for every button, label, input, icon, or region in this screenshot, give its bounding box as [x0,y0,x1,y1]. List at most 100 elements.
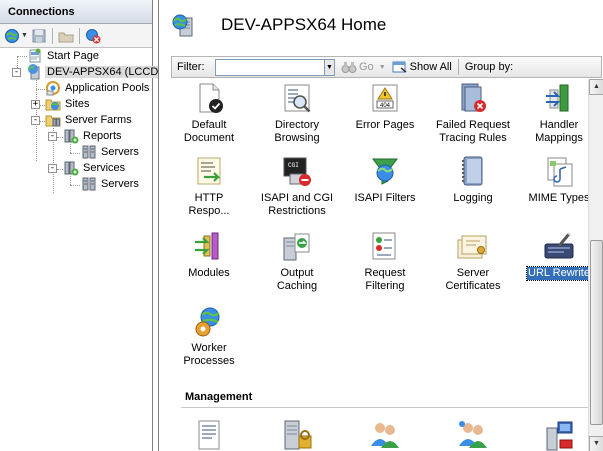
management-section-header: Management [185,391,253,403]
feature-modules[interactable]: Modules [171,230,252,280]
servers-icon [81,144,97,160]
feature-directory-browsing[interactable]: Directory Browsing [254,82,340,145]
modules-icon [192,230,226,264]
servers-icon [81,176,97,192]
tree-item-label: DEV-APPSX64 (LCCDE [45,66,168,78]
filter-dropdown-icon[interactable]: ▼ [325,58,335,76]
tree-collapse-toggle[interactable]: - [12,68,21,77]
scroll-down-button[interactable]: ▼ [589,436,603,451]
go-button[interactable]: Go ▼ [341,60,386,74]
group-by-label[interactable]: Group by: [465,61,513,73]
feature-request-filtering[interactable]: Request Filtering [342,230,428,293]
feature-label: Modules [188,267,230,279]
isapi-cgi-icon: CGI [280,155,314,189]
tree-expand-toggle[interactable]: + [31,100,40,109]
server-home-icon [172,13,196,37]
error-pages-icon: 404 [368,82,402,116]
feature-logging[interactable]: Logging [430,155,516,205]
tree-collapse-toggle[interactable]: - [48,132,57,141]
feature-isapi-cgi-restrictions[interactable]: CGI ISAPI and CGI Restrictions [254,155,340,218]
feature-label: Worker Processes [183,342,235,367]
feature-label: Error Pages [355,119,415,131]
farm-icon [63,128,79,144]
feature-error-pages[interactable]: 404 Error Pages [342,82,428,132]
feature-default-document[interactable]: Default Document [171,82,252,145]
tree-item-server-farms[interactable]: Server Farms [45,112,134,128]
iis-manager-permissions-icon [368,418,402,451]
feature-label: ISAPI and CGI Restrictions [260,192,334,217]
tree-item-label: Services [83,162,126,174]
connections-tree: Start Page - DEV-APPSX64 (LCCDE Applicat… [0,48,168,451]
connect-dropdown-icon[interactable]: ▼ [21,32,28,39]
globe-connect-icon[interactable] [4,28,20,44]
feature-feature-delegation[interactable] [254,418,340,451]
tree-line [70,185,80,186]
server-certificates-icon [456,230,490,264]
tree-item-label: Servers [101,178,139,190]
http-response-icon [192,155,226,189]
connections-header: Connections [0,0,152,24]
feature-url-rewrite[interactable]: URL Rewrite [516,230,589,281]
connections-pane: Connections ▼ Start Page - DEV-APPSX64 (… [0,0,168,451]
server-icon [27,64,43,80]
tree-collapse-toggle[interactable]: - [31,116,40,125]
scrollbar-thumb[interactable] [590,240,603,425]
go-label: Go [359,61,374,73]
tree-item-label: Reports [83,130,122,142]
tree-item-sites[interactable]: Sites [45,96,91,112]
feature-configuration-editor[interactable] [171,418,252,451]
scroll-up-button[interactable]: ▲ [589,79,603,95]
tree-line [17,56,27,57]
tree-item-application-pools[interactable]: Application Pools [45,80,151,96]
go-dropdown-icon[interactable]: ▼ [379,64,386,71]
save-icon[interactable] [31,28,47,44]
features-scrollbar[interactable]: ▲ ▼ [588,79,603,451]
feature-server-certificates[interactable]: Server Certificates [430,230,516,293]
tree-item-reports[interactable]: Reports [63,128,124,144]
show-all-icon [392,60,408,74]
tree-line [70,153,80,154]
feature-mime-types[interactable]: MIME Types [516,155,589,205]
tree-item-server[interactable]: DEV-APPSX64 (LCCDE [27,64,168,80]
toolbar-separator [78,27,80,44]
toolbar-separator [51,27,53,44]
feature-label: HTTP Respo... [188,192,230,217]
failed-request-tracing-icon [456,82,490,116]
page-title: DEV-APPSX64 Home [221,15,387,34]
feature-label: Failed Request Tracing Rules [436,119,510,144]
show-all-button[interactable]: Show All [392,60,452,74]
feature-handler-mappings[interactable]: Handler Mappings [516,82,589,145]
app-pools-icon [45,80,61,96]
tree-item-label: Server Farms [65,114,132,126]
start-page-icon [27,48,43,64]
feature-failed-request-tracing-rules[interactable]: Failed Request Tracing Rules [430,82,516,145]
tree-item-services[interactable]: Services [63,160,127,176]
up-folder-icon[interactable] [58,28,74,44]
url-rewrite-icon [542,230,576,264]
feature-isapi-filters[interactable]: ISAPI Filters [342,155,428,205]
filter-bar-separator [457,59,459,75]
feature-output-caching[interactable]: Output Caching [254,230,340,293]
filter-label: Filter: [177,61,205,73]
feature-http-response-headers[interactable]: HTTP Respo... [171,155,252,218]
filter-input[interactable] [215,58,325,76]
tree-item-label: Start Page [47,50,99,62]
tree-collapse-toggle[interactable]: - [48,164,57,173]
mime-types-icon [542,155,576,189]
svg-text:CGI: CGI [288,162,299,169]
feature-label: ISAPI Filters [354,192,416,204]
disconnect-icon[interactable] [85,28,101,44]
iis-manager-users-icon [456,418,490,451]
feature-management-service[interactable] [516,418,589,451]
tree-item-services-servers[interactable]: Servers [81,176,141,192]
tree-item-start-page[interactable]: Start Page [27,48,101,64]
directory-browsing-icon [280,82,314,116]
logging-icon [456,155,490,189]
server-farms-icon [45,112,61,128]
isapi-filters-icon [368,155,402,189]
feature-worker-processes[interactable]: Worker Processes [171,305,252,368]
feature-label: Handler Mappings [535,119,583,144]
feature-iis-manager-permissions[interactable] [342,418,428,451]
feature-iis-manager-users[interactable] [430,418,516,451]
tree-item-reports-servers[interactable]: Servers [81,144,141,160]
